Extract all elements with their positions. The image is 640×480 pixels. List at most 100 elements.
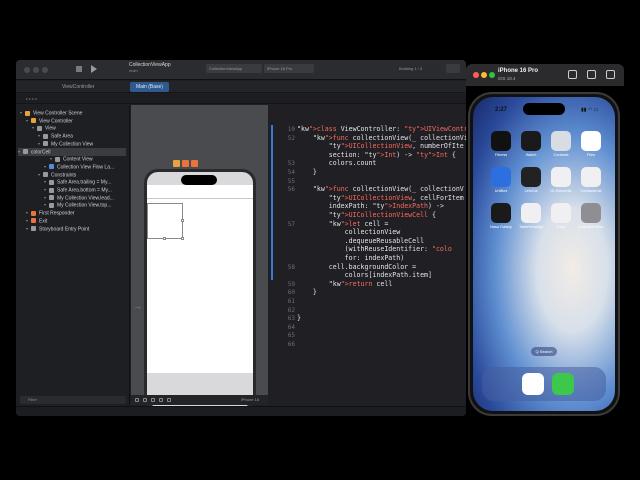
zoom-dot[interactable] [489, 72, 495, 78]
resize-handle[interactable] [163, 237, 166, 240]
code-line[interactable]: collectionView [297, 228, 401, 236]
line-number: 56 [287, 186, 295, 194]
align-icon[interactable] [159, 398, 163, 402]
code-line[interactable]: indexPath: "ty">IndexPath) -> [297, 202, 444, 210]
outline-toggle-icon[interactable] [135, 398, 139, 402]
minimize-dot[interactable] [481, 72, 487, 78]
close-dot[interactable] [24, 67, 30, 73]
app-label: Watch [525, 153, 537, 157]
stop-icon[interactable] [76, 66, 82, 72]
code-line[interactable]: } [297, 288, 317, 296]
jump-bar: ▸ ▸ ▸ ▸ [16, 94, 466, 104]
code-line[interactable]: } [297, 314, 301, 322]
resize-handle[interactable] [181, 237, 184, 240]
line-number: 66 [287, 341, 295, 348]
code-line[interactable]: } [297, 168, 317, 176]
zoom-dot[interactable] [42, 67, 48, 73]
zoom-icon[interactable] [151, 398, 155, 402]
rotate-icon[interactable] [606, 70, 615, 79]
line-number: 61 [287, 298, 295, 305]
code-line[interactable]: (withReuseIdentifier: "colo [297, 245, 452, 253]
code-line[interactable]: for: indexPath) [297, 254, 405, 262]
line-number: 62 [287, 306, 295, 314]
code-line[interactable]: "ty">UICollectionView, cellForItem [297, 194, 464, 202]
scene-dock [173, 160, 229, 167]
code-line[interactable]: "kw">return cell [297, 280, 393, 288]
app-icon-button[interactable]: Easy [548, 203, 574, 229]
messages-icon[interactable] [552, 373, 574, 395]
outline-item-label: My Collection View [51, 141, 94, 148]
view-controller-icon[interactable] [173, 160, 180, 167]
code-line[interactable]: "ty">UICollectionView, numberOfIte [297, 142, 464, 150]
app-icon-button[interactable]: Uniflies [488, 167, 514, 193]
add-button[interactable] [446, 64, 460, 73]
exit-icon[interactable] [191, 160, 198, 167]
code-line[interactable]: "ty">UICollectionViewCell { [297, 211, 436, 219]
code-line[interactable]: cell.backgroundColor = [297, 263, 416, 271]
app-icon-button[interactable]: TableViewApp [518, 203, 544, 229]
xcode-status-bar [16, 406, 466, 416]
jump-bar-path[interactable]: ▸ ▸ ▸ ▸ [26, 96, 37, 101]
app-icon-button[interactable]: Watch [518, 131, 544, 157]
device-selector[interactable]: iPhone 16 Pro [264, 64, 314, 73]
project-branch: main [129, 68, 138, 73]
minimize-dot[interactable] [33, 67, 39, 73]
safari-icon[interactable] [522, 373, 544, 395]
dock [482, 367, 606, 401]
collection-view[interactable] [147, 185, 253, 373]
contactslist-icon [581, 167, 601, 187]
app-icon-button[interactable]: Fitness [488, 131, 514, 157]
storyboard-canvas[interactable]: → iPhone 16 [131, 105, 268, 410]
code-line[interactable]: colors[indexPath.item] [297, 271, 432, 279]
code-line[interactable]: "kw">func collectionView(_ collectionVi [297, 134, 466, 142]
code-editor[interactable]: 10 "kw">class ViewController: "ty">UIView… [269, 105, 466, 405]
close-dot[interactable] [473, 72, 479, 78]
outline-item[interactable]: ▾ Storyboard Entry Point [26, 225, 89, 233]
home-icon[interactable] [568, 70, 577, 79]
code-line[interactable]: section: "ty">Int) -> "ty">Int { [297, 151, 456, 159]
spotlight-search-button[interactable]: Q Search [531, 347, 557, 356]
first-responder-icon[interactable] [182, 160, 189, 167]
add-constraint-icon[interactable] [167, 398, 171, 402]
tab-viewcontroller[interactable]: ViewController [56, 82, 100, 92]
app-icon-button[interactable]: ContactsList [578, 167, 604, 193]
search-label: Q Search [535, 349, 553, 354]
scheme-selector[interactable]: CollectionViewApp [206, 64, 262, 73]
code-line[interactable]: "kw">let cell = [297, 220, 389, 228]
appearance-icon[interactable] [143, 398, 147, 402]
build-status: Building 1 / 3 [399, 66, 423, 71]
filter-placeholder: Filter [28, 397, 37, 402]
storyboard-phone-frame [144, 169, 256, 410]
code-line[interactable]: colors.count [297, 159, 377, 167]
simulator-device-name: iPhone 16 Pro [498, 68, 539, 74]
status-time: 2:27 [495, 107, 508, 113]
app-label: UI-Elements [550, 189, 572, 193]
entry-point-arrow: → [133, 301, 142, 311]
app-icon-button[interactable]: CollectionView... [578, 203, 604, 229]
status-icons: ▮▮ ◠ ▭ [581, 107, 599, 113]
code-line[interactable]: "kw">class ViewController: "ty">UIViewCo… [297, 125, 466, 133]
code-line[interactable]: .dequeueReusableCell [297, 237, 424, 245]
resize-handle[interactable] [181, 219, 184, 222]
outline-filter-input[interactable]: Filter [20, 396, 126, 404]
code-line[interactable]: "kw">func collectionView(_ collectionV [297, 185, 464, 193]
app-icon-button[interactable]: Files [578, 131, 604, 157]
app-icon-button[interactable]: LetsCal [518, 167, 544, 193]
app-icon-button[interactable]: Nasa Galaxy [488, 203, 514, 229]
app-icon-button[interactable]: UI-Elements [548, 167, 574, 193]
app-icon-button[interactable]: Contacts [548, 131, 574, 157]
run-icon[interactable] [91, 65, 97, 73]
device-config-label[interactable]: iPhone 16 [241, 395, 259, 405]
tab-main-storyboard[interactable]: Main (Base) [130, 82, 169, 92]
outline-item-icon [43, 141, 48, 147]
line-number: 54 [287, 169, 295, 176]
uniflies-icon [491, 167, 511, 187]
line-number: 59 [287, 280, 295, 288]
outline-item-label: Constraints [51, 171, 77, 178]
color-cell[interactable] [147, 203, 184, 240]
document-outline: ▾ View Controller Scene ▾ View Controller ▾ V… [16, 105, 130, 405]
letscal-icon [521, 167, 541, 187]
device-label: iPhone 16 Pro [267, 66, 293, 71]
screenshot-icon[interactable] [587, 70, 596, 79]
home-screen[interactable]: 2:27 ▮▮ ◠ ▭ Q Search Fitness Watch Contact… [473, 97, 615, 411]
